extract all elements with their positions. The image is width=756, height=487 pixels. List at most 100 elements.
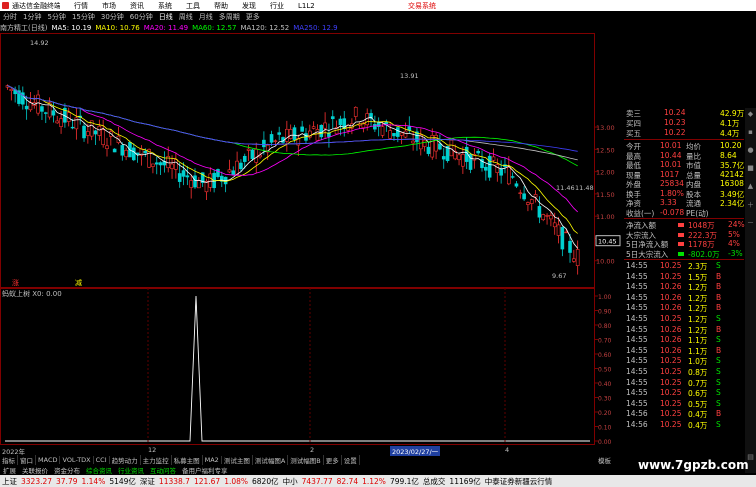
candle[interactable]	[82, 122, 86, 142]
tick-row[interactable]: 14:55 10.25 1.2万 S	[624, 314, 744, 325]
period-tab[interactable]: 30分钟	[98, 12, 127, 22]
candle[interactable]	[288, 124, 293, 140]
candle[interactable]	[219, 171, 224, 188]
indicator-tab[interactable]: 私募主图	[172, 454, 203, 465]
candle[interactable]	[514, 181, 519, 189]
period-tab[interactable]: 1分钟	[20, 12, 44, 22]
indicator-tab[interactable]: 测试幅图B	[288, 454, 324, 465]
menu-item-news[interactable]: 资讯	[130, 1, 144, 11]
indicator-chart[interactable]: 1.00 0.90 0.80 0.70 0.60 0.50 0.40 0.30 0.20 0.10…	[0, 288, 624, 445]
candle[interactable]	[522, 186, 526, 201]
indicator-tab[interactable]: 测试幅图A	[253, 454, 289, 465]
menu-item-system[interactable]: 系统	[158, 1, 172, 11]
candle[interactable]	[327, 123, 331, 148]
candle[interactable]	[216, 168, 220, 179]
tick-row[interactable]: 14:55 10.25 1.5万 B	[624, 272, 744, 283]
period-tab[interactable]: 60分钟	[127, 12, 156, 22]
period-tab[interactable]: 多周期	[216, 12, 243, 22]
candle[interactable]	[40, 104, 44, 120]
order-book-row[interactable]: 卖三 10.24 42.9万	[624, 108, 744, 118]
candle[interactable]	[422, 139, 427, 152]
tick-row[interactable]: 14:55 10.26 1.2万 B	[624, 293, 744, 304]
candle[interactable]	[151, 163, 155, 174]
order-book-row[interactable]: 买五 10.22 4.4万	[624, 128, 744, 138]
tick-row[interactable]: 14:56 10.25 0.4万 B	[624, 409, 744, 420]
candle[interactable]	[487, 152, 492, 181]
indicator-tab[interactable]: 主力监控	[141, 454, 172, 465]
menu-item-quote[interactable]: 行情	[74, 1, 88, 11]
period-tab[interactable]: 月线	[196, 12, 216, 22]
menu-item-tools[interactable]: 工具	[186, 1, 200, 11]
tick-row[interactable]: 14:55 10.26 1.1万 S	[624, 335, 744, 346]
candle[interactable]	[120, 142, 125, 161]
candle[interactable]	[468, 152, 473, 174]
period-tab[interactable]: 5分钟	[44, 12, 68, 22]
candle[interactable]	[330, 110, 335, 129]
tick-row[interactable]: 14:55 10.26 1.2万 B	[624, 282, 744, 293]
candle[interactable]	[338, 115, 343, 136]
candle[interactable]	[376, 117, 381, 137]
period-tab[interactable]: 15分钟	[69, 12, 98, 22]
indicator-tab[interactable]: MACD	[36, 455, 61, 464]
candle[interactable]	[9, 88, 14, 101]
candle[interactable]	[43, 111, 48, 124]
candle[interactable]	[380, 121, 385, 138]
info-tab[interactable]: 综合资讯	[83, 465, 115, 475]
tick-row[interactable]: 14:55 10.26 1.1万 B	[624, 346, 744, 357]
candle[interactable]	[112, 148, 117, 153]
info-tab[interactable]: 备用户福利专享	[179, 465, 231, 475]
zoom-out-icon[interactable]: －	[746, 218, 755, 227]
candle[interactable]	[464, 137, 469, 170]
candle[interactable]	[491, 148, 496, 163]
menu-item-industry[interactable]: 行业	[270, 1, 284, 11]
indicator-tab[interactable]: 更多	[324, 454, 342, 465]
candle[interactable]	[445, 146, 450, 163]
candle[interactable]	[353, 106, 358, 121]
candle[interactable]	[189, 175, 193, 199]
candle[interactable]	[5, 84, 10, 90]
candle[interactable]	[300, 120, 304, 132]
candle[interactable]	[185, 165, 190, 186]
info-tab[interactable]: 关联报价	[19, 465, 51, 475]
indicator-tab[interactable]: MA2	[203, 455, 222, 464]
candle[interactable]	[476, 148, 480, 155]
tick-row[interactable]: 14:55 10.26 1.2万 B	[624, 303, 744, 314]
candle[interactable]	[572, 249, 576, 263]
candle[interactable]	[174, 152, 178, 179]
candle[interactable]	[518, 189, 523, 199]
period-tab[interactable]: 周线	[176, 12, 196, 22]
candle[interactable]	[197, 177, 201, 189]
indicator-tab[interactable]: 设置	[342, 454, 360, 465]
menu-item-discover[interactable]: 发现	[242, 1, 256, 11]
tick-row[interactable]: 14:55 10.25 2.3万 S	[624, 261, 744, 272]
candle[interactable]	[323, 112, 327, 138]
indicator-tab[interactable]: 测试主图	[222, 454, 253, 465]
candle[interactable]	[529, 198, 534, 211]
candle[interactable]	[269, 130, 274, 147]
indicator-tab[interactable]: 指标	[0, 454, 18, 465]
template-label[interactable]: 模板	[598, 455, 611, 465]
candle[interactable]	[74, 108, 79, 140]
menu-item-l1l2[interactable]: L1L2	[298, 2, 315, 10]
candle[interactable]	[235, 151, 239, 175]
period-tab[interactable]: 更多	[243, 12, 263, 22]
candle[interactable]	[484, 163, 488, 181]
candle[interactable]	[223, 176, 228, 193]
candle[interactable]	[396, 127, 400, 143]
candle[interactable]	[285, 120, 289, 152]
tick-row[interactable]: 14:56 10.25 0.4万 S	[624, 420, 744, 431]
candle[interactable]	[457, 153, 461, 166]
candle[interactable]	[373, 115, 377, 132]
candle[interactable]	[430, 128, 435, 160]
candle[interactable]	[403, 122, 408, 139]
candle[interactable]	[21, 86, 25, 110]
candle[interactable]	[296, 134, 301, 156]
candle[interactable]	[277, 126, 281, 141]
candle[interactable]	[239, 159, 243, 172]
info-tab[interactable]: 互动问答	[147, 465, 179, 475]
candle[interactable]	[506, 156, 511, 186]
candle[interactable]	[231, 166, 236, 176]
candle[interactable]	[154, 156, 159, 175]
chart-icon[interactable]: ■	[746, 164, 755, 173]
candle[interactable]	[426, 141, 431, 157]
